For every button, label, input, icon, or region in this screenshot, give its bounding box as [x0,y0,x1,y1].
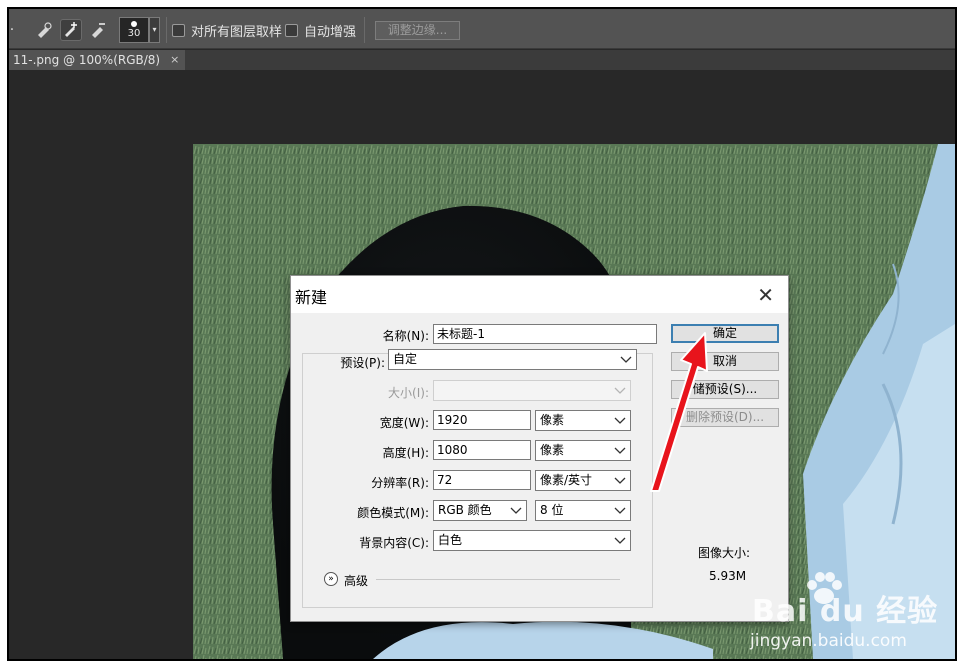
checkbox-box[interactable] [172,23,185,37]
height-unit-select[interactable]: 像素 [535,440,631,461]
resolution-input[interactable]: 72 [433,470,531,490]
brush-size-preview[interactable]: 30 [119,17,149,43]
background-select[interactable]: 白色 [433,530,631,551]
brush-tip-icon [131,21,137,27]
resolution-label: 分辨率(R): [371,476,429,490]
toolbar-divider [166,17,167,43]
image-size-label: 图像大小: [698,546,751,560]
dialog-title: 新建 [295,288,328,307]
size-label: 大小(I): [388,386,429,400]
background-label: 背景内容(C): [359,536,429,550]
preset-select[interactable]: 自定 [388,349,637,370]
document-tab-title: 11-.png @ 100%(RGB/8) [13,53,161,67]
chevron-down-icon [614,477,626,487]
width-unit-select[interactable]: 像素 [535,410,631,431]
checkbox-box[interactable] [285,23,298,37]
advanced-label[interactable]: 高级 [344,572,368,589]
document-tab-bar: 11-.png @ 100%(RGB/8) × [9,50,955,70]
preset-value: 自定 [393,352,418,366]
annotation-arrow-icon [650,332,708,492]
chevron-down-icon [614,447,626,457]
auto-enhance-checkbox[interactable]: 自动增强 [285,22,357,40]
app-window: · 30 ▾ 对所有图层取样 自动增强 调整边缘... 11-.png @ 10… [7,7,957,661]
auto-enhance-label: 自动增强 [304,24,357,40]
height-input[interactable]: 1080 [433,440,531,460]
color-mode-select[interactable]: RGB 颜色 [433,500,527,521]
resolution-unit-value: 像素/英寸 [540,473,593,487]
quick-select-add-icon[interactable] [60,19,82,41]
quick-select-subtract-icon[interactable] [87,19,109,41]
bit-depth-value: 8 位 [540,503,564,517]
width-label: 宽度(W): [379,416,429,430]
sample-all-layers-checkbox[interactable]: 对所有图层取样 [172,22,283,40]
watermark-url: jingyan.baidu.com [750,631,907,651]
brush-picker-dropdown[interactable]: ▾ [149,17,160,43]
dialog-close-icon[interactable]: ✕ [757,283,774,307]
width-input[interactable]: 1920 [433,410,531,430]
dialog-title-bar: 新建 ✕ [291,276,788,313]
chevron-down-icon [614,537,626,547]
baidu-watermark: Bai du 经验 jingyan.baidu.com [744,571,944,659]
bit-depth-select[interactable]: 8 位 [535,500,631,521]
refine-edge-button[interactable]: 调整边缘... [375,21,460,40]
color-mode-value: RGB 颜色 [438,503,492,517]
chevron-down-icon [614,417,626,427]
options-bar: · 30 ▾ 对所有图层取样 自动增强 调整边缘... [9,9,955,49]
color-mode-label: 颜色模式(M): [357,506,429,520]
quick-select-new-icon[interactable] [33,19,55,41]
close-tab-icon[interactable]: × [170,50,179,70]
chevron-down-icon [614,507,626,517]
image-size-value: 5.93M [709,569,747,583]
brush-size-value: 30 [127,28,141,39]
advanced-expand-icon[interactable]: » [324,572,338,586]
resolution-unit-select[interactable]: 像素/英寸 [535,470,631,491]
name-input[interactable]: 未标题-1 [433,324,657,344]
watermark-brand: Bai du 经验 [752,594,939,629]
menu-edge-icon: · [9,22,15,38]
preset-label: 预设(P): [340,356,385,370]
height-unit-value: 像素 [540,443,565,457]
name-label: 名称(N): [382,329,429,343]
sample-all-layers-label: 对所有图层取样 [191,24,283,40]
size-select [433,380,631,401]
document-tab[interactable]: 11-.png @ 100%(RGB/8) × [9,50,186,70]
toolbar-divider [364,17,365,43]
width-unit-value: 像素 [540,413,565,427]
chevron-down-icon [510,507,522,517]
background-value: 白色 [438,533,463,547]
advanced-divider [376,579,620,580]
height-label: 高度(H): [382,446,429,460]
chevron-down-icon [614,387,626,397]
